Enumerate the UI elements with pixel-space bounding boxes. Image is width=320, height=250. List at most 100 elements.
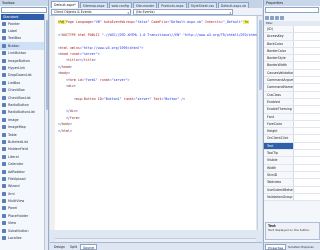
property-value[interactable] bbox=[294, 26, 320, 33]
property-row[interactable]: BackColor bbox=[264, 40, 320, 48]
document-tab[interactable]: web.config bbox=[108, 1, 132, 8]
toolbox-item[interactable]: FileUpload bbox=[0, 175, 48, 182]
toolbox-item[interactable]: LinkButton bbox=[0, 50, 48, 57]
events-icon[interactable] bbox=[280, 15, 284, 20]
property-value[interactable] bbox=[294, 142, 320, 150]
toolbox-item[interactable]: Button bbox=[0, 42, 48, 50]
property-row[interactable]: Height bbox=[264, 128, 320, 136]
property-row[interactable]: OnClientClick bbox=[264, 135, 320, 143]
toolbox-item[interactable]: Wizard bbox=[0, 183, 48, 190]
property-row[interactable]: Text bbox=[264, 142, 320, 151]
property-value[interactable] bbox=[294, 84, 320, 91]
property-value[interactable] bbox=[294, 47, 320, 55]
document-tab[interactable]: Site.master bbox=[132, 1, 158, 8]
toolbox-search-input[interactable] bbox=[1, 7, 47, 13]
property-value[interactable] bbox=[294, 77, 320, 84]
toolbox-item[interactable]: HiddenField bbox=[0, 146, 48, 153]
toolbox-item[interactable]: Literal bbox=[0, 153, 48, 160]
property-row[interactable]: CommandArgument bbox=[264, 77, 320, 85]
toolbox-item[interactable]: CheckBoxList bbox=[0, 94, 48, 101]
toolbox-item[interactable]: Calendar bbox=[0, 160, 48, 167]
property-row[interactable]: EnableTheming bbox=[264, 106, 320, 114]
toolbox-item[interactable]: Xml bbox=[0, 190, 48, 197]
toolbox-item[interactable]: Label bbox=[0, 27, 48, 34]
property-value[interactable] bbox=[294, 179, 320, 186]
property-row[interactable]: (ID) bbox=[264, 26, 320, 34]
categorized-icon[interactable] bbox=[265, 15, 269, 20]
property-value[interactable] bbox=[294, 164, 320, 171]
scroll-thumb[interactable] bbox=[258, 20, 262, 90]
property-value[interactable] bbox=[294, 171, 320, 179]
editor-vertical-scrollbar[interactable] bbox=[257, 16, 262, 230]
property-row[interactable]: ForeColor bbox=[264, 120, 320, 129]
toolbox-item[interactable]: CheckBox bbox=[0, 87, 48, 94]
property-value[interactable] bbox=[294, 40, 320, 47]
property-value[interactable] bbox=[294, 157, 320, 164]
document-tab[interactable]: Products.aspx bbox=[158, 1, 187, 8]
property-value[interactable] bbox=[294, 33, 320, 40]
property-row[interactable]: Font bbox=[264, 113, 320, 121]
toolbox-item[interactable]: ImageMap bbox=[0, 123, 48, 130]
property-value[interactable] bbox=[294, 55, 320, 62]
document-tab[interactable]: Default.aspx.vb bbox=[217, 1, 249, 8]
code-editor[interactable]: <%@ Page Language="VB" AutoEventWireup="… bbox=[50, 16, 263, 230]
view-tab[interactable]: Source bbox=[80, 243, 98, 250]
toolbox-item[interactable]: View bbox=[0, 220, 48, 227]
property-row[interactable]: BorderStyle bbox=[264, 55, 320, 63]
properties-icon[interactable] bbox=[275, 15, 279, 20]
toolbox-item[interactable]: Localize bbox=[0, 234, 48, 241]
panel-tab[interactable]: Properties bbox=[265, 243, 287, 250]
view-tab[interactable]: Design bbox=[52, 244, 67, 250]
property-value[interactable] bbox=[294, 150, 320, 157]
document-tab[interactable]: Sitemap.aspx bbox=[79, 1, 108, 8]
toolbox-item[interactable]: Image bbox=[0, 116, 48, 123]
property-row[interactable]: CssClass bbox=[264, 91, 320, 99]
toolbox-item[interactable]: RadioButtonList bbox=[0, 109, 48, 116]
property-row[interactable]: BorderWidth bbox=[264, 62, 320, 70]
events-dropdown[interactable]: (No Events) ▾ bbox=[133, 9, 233, 15]
property-value[interactable] bbox=[294, 62, 320, 69]
property-value[interactable] bbox=[294, 69, 320, 77]
toolbox-item[interactable]: Pointer bbox=[0, 20, 48, 27]
property-row[interactable]: BorderColor bbox=[264, 47, 320, 56]
object-selector-dropdown[interactable] bbox=[265, 7, 319, 13]
property-row[interactable]: TabIndex bbox=[264, 179, 320, 187]
alphabetical-icon[interactable] bbox=[270, 15, 274, 20]
property-row[interactable]: Visible bbox=[264, 157, 320, 165]
property-value[interactable] bbox=[294, 106, 320, 113]
property-row[interactable]: CommandName bbox=[264, 84, 320, 92]
property-row[interactable]: ValidationGroup bbox=[264, 193, 320, 202]
property-value[interactable] bbox=[294, 186, 320, 193]
property-row[interactable]: Enabled bbox=[264, 98, 320, 107]
panel-tab[interactable]: Solution Explorer bbox=[286, 244, 316, 250]
view-tab[interactable]: Split bbox=[68, 244, 79, 250]
client-objects-dropdown[interactable]: Client Objects & Events ▾ bbox=[51, 9, 131, 15]
toolbox-item[interactable]: Substitution bbox=[0, 227, 48, 234]
property-value[interactable] bbox=[294, 120, 320, 128]
toolbox-item[interactable]: ImageButton bbox=[0, 57, 48, 64]
document-tab[interactable]: StyleSheet.css bbox=[187, 1, 217, 8]
toolbox-item[interactable]: ListBox bbox=[0, 79, 48, 86]
property-row[interactable]: Width bbox=[264, 164, 320, 172]
toolbox-scrollbar[interactable] bbox=[44, 14, 48, 250]
toolbox-item[interactable]: PlaceHolder bbox=[0, 212, 48, 219]
toolbox-item[interactable]: DropDownList bbox=[0, 72, 48, 79]
toolbox-item[interactable]: AdRotator bbox=[0, 168, 48, 175]
property-value[interactable] bbox=[294, 135, 320, 142]
property-value[interactable] bbox=[294, 128, 320, 135]
toolbox-item[interactable]: BulletedList bbox=[0, 138, 48, 145]
toolbox-item[interactable]: Panel bbox=[0, 205, 48, 212]
property-value[interactable] bbox=[294, 98, 320, 106]
property-row[interactable]: ToolTip bbox=[264, 150, 320, 158]
document-tab[interactable]: Default.aspx* bbox=[51, 0, 79, 8]
toolbox-item[interactable]: RadioButton bbox=[0, 101, 48, 108]
toolbox-item[interactable]: MultiView bbox=[0, 197, 48, 204]
property-value[interactable] bbox=[294, 91, 320, 98]
toolbox-item[interactable]: TextBox bbox=[0, 35, 48, 42]
property-row[interactable]: UseSubmitBehavior bbox=[264, 186, 320, 194]
property-value[interactable] bbox=[294, 113, 320, 120]
property-value[interactable] bbox=[294, 193, 320, 201]
toolbox-item[interactable]: Table bbox=[0, 131, 48, 138]
property-row[interactable]: CausesValidation bbox=[264, 69, 320, 78]
scroll-thumb[interactable] bbox=[45, 20, 48, 110]
